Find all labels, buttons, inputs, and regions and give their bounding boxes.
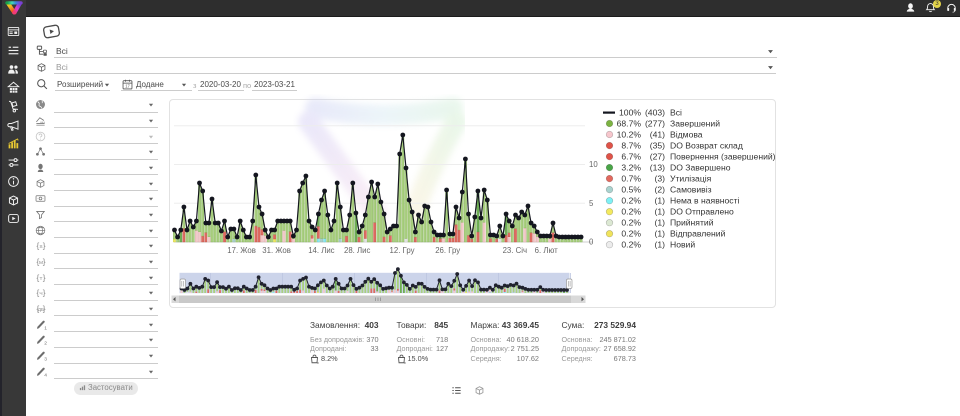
svg-text:(1): (1) xyxy=(654,207,665,217)
svg-text:4: 4 xyxy=(44,372,47,378)
svg-text:(27): (27) xyxy=(650,152,665,162)
svg-text:Нема в наявності: Нема в наявності xyxy=(670,196,740,206)
svg-text:31. Жов: 31. Жов xyxy=(262,246,291,255)
svg-text:8.7%: 8.7% xyxy=(621,141,641,151)
svg-text:6.7%: 6.7% xyxy=(621,152,641,162)
svg-text:0.7%: 0.7% xyxy=(621,174,641,184)
svg-text:0.2%: 0.2% xyxy=(621,218,641,228)
svg-text:DO Завершено: DO Завершено xyxy=(670,163,731,173)
svg-text:(403): (403) xyxy=(645,108,665,118)
svg-text:(3): (3) xyxy=(654,174,665,184)
svg-text:6. Лют: 6. Лют xyxy=(535,246,558,255)
svg-text:14. Лис: 14. Лис xyxy=(308,246,334,255)
svg-text:12. Гру: 12. Гру xyxy=(390,246,415,255)
svg-text:(1): (1) xyxy=(654,218,665,228)
svg-text:(2): (2) xyxy=(654,185,665,195)
svg-text:0.2%: 0.2% xyxy=(621,240,641,250)
svg-text:Новий: Новий xyxy=(670,240,695,250)
svg-text:0: 0 xyxy=(589,238,594,247)
svg-text:(41): (41) xyxy=(650,130,665,140)
svg-text:Ч: Ч xyxy=(39,291,42,297)
svg-text:10: 10 xyxy=(589,160,598,169)
svg-text:Повернення (завершений): Повернення (завершений) xyxy=(670,152,776,162)
svg-text:23. Січ: 23. Січ xyxy=(503,246,527,255)
svg-text:(277): (277) xyxy=(645,119,665,129)
svg-text:1: 1 xyxy=(44,325,47,331)
svg-text:17. Жов: 17. Жов xyxy=(227,246,256,255)
svg-text:T: T xyxy=(40,275,43,281)
svg-text:10.2%: 10.2% xyxy=(617,130,642,140)
svg-text:(1): (1) xyxy=(654,229,665,239)
svg-text:0.2%: 0.2% xyxy=(621,229,641,239)
svg-text:3: 3 xyxy=(44,357,47,363)
svg-text:Утилізація: Утилізація xyxy=(670,174,712,184)
svg-text:x: x xyxy=(403,360,405,363)
svg-text:2: 2 xyxy=(44,341,47,347)
svg-text:x: x xyxy=(317,360,319,363)
svg-text:100%: 100% xyxy=(619,108,641,118)
svg-text:Прийнятий: Прийнятий xyxy=(670,218,714,228)
svg-text:26. Гру: 26. Гру xyxy=(435,246,460,255)
svg-text:}: } xyxy=(43,242,46,251)
svg-text:}: } xyxy=(43,273,46,282)
svg-text:68.7%: 68.7% xyxy=(617,119,642,129)
svg-text:}: } xyxy=(43,258,46,267)
svg-text:(1): (1) xyxy=(654,240,665,250)
svg-text:5: 5 xyxy=(589,199,594,208)
svg-text:DO Возврат склад: DO Возврат склад xyxy=(670,141,743,151)
svg-text:(35): (35) xyxy=(650,141,665,151)
svg-text:28. Лис: 28. Лис xyxy=(344,246,370,255)
svg-text:Відправлений: Відправлений xyxy=(670,229,726,239)
svg-text:Завершений: Завершений xyxy=(670,119,720,129)
svg-text:ДБ: ДБ xyxy=(38,307,44,313)
svg-text:M: M xyxy=(39,260,43,266)
svg-text:0.2%: 0.2% xyxy=(621,196,641,206)
svg-text:Відмова: Відмова xyxy=(670,130,703,140)
svg-text:}: } xyxy=(43,289,46,298)
svg-text:17: 17 xyxy=(125,83,130,88)
svg-text:Самовивіз: Самовивіз xyxy=(670,185,712,195)
svg-text:Всі: Всі xyxy=(670,108,682,118)
svg-text:0.2%: 0.2% xyxy=(621,207,641,217)
svg-text:(13): (13) xyxy=(650,163,665,173)
svg-text:3.2%: 3.2% xyxy=(621,163,641,173)
svg-text:0.5%: 0.5% xyxy=(621,185,641,195)
svg-text:DO Отправлено: DO Отправлено xyxy=(670,207,734,217)
svg-text:(1): (1) xyxy=(654,196,665,206)
